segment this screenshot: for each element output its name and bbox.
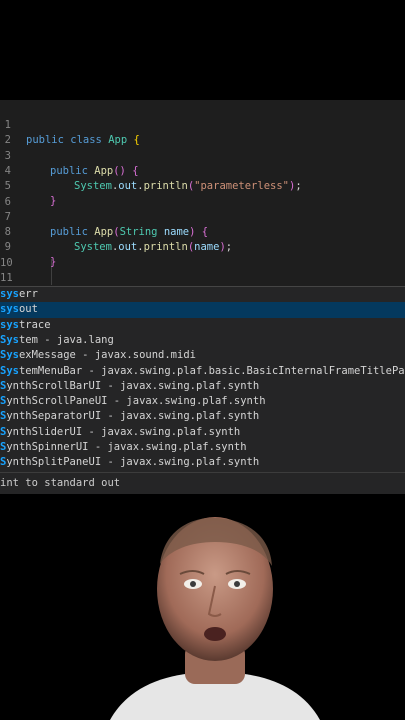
lightbulb-icon[interactable]: [26, 273, 72, 297]
code-line-5[interactable]: 5 }: [0, 164, 405, 207]
suggestion-item[interactable]: SynthSeparatorUI - javax.swing.plaf.synt…: [0, 409, 405, 424]
suggestion-item[interactable]: SysexMessage - javax.sound.midi: [0, 348, 405, 363]
code-line-4[interactable]: 4 System.out.println("parameterless");: [0, 149, 405, 192]
code-line-9[interactable]: 9 }: [0, 225, 405, 268]
suggestion-item[interactable]: SynthScrollPaneUI - javax.swing.plaf.syn…: [0, 394, 405, 409]
code-line-10[interactable]: 10: [0, 241, 405, 269]
code-line-7[interactable]: 7 public App(String name) {: [0, 195, 405, 238]
suggestion-details: int to standard out: [0, 472, 405, 495]
code-line-6[interactable]: 6: [0, 180, 405, 208]
suggestion-list[interactable]: syserr sysout systrace System - java.lan…: [0, 286, 405, 473]
suggestion-item-selected[interactable]: sysout: [0, 302, 405, 318]
code-line-8[interactable]: 8 System.out.println(name);: [0, 210, 405, 253]
suggestion-item[interactable]: SynthSliderUI - javax.swing.plaf.synth: [0, 425, 405, 440]
suggestion-item[interactable]: syserr: [0, 287, 405, 302]
code-line-2[interactable]: 2: [0, 118, 405, 146]
suggestion-details-text: int to standard out: [0, 477, 121, 489]
webcam-overlay: [0, 494, 405, 720]
suggestion-item[interactable]: systrace: [0, 318, 405, 333]
code-line-11[interactable]: 11 {: [0, 256, 405, 301]
code-line-3[interactable]: 3 public App() {: [0, 134, 405, 177]
suggestion-item[interactable]: SynthSpinnerUI - javax.swing.plaf.synth: [0, 440, 405, 455]
suggestion-item[interactable]: System - java.lang: [0, 333, 405, 348]
code-line-12[interactable]: 12 sys: [0, 271, 405, 329]
suggestion-item[interactable]: SynthScrollBarUI - javax.swing.plaf.synt…: [0, 379, 405, 394]
presenter-image: [110, 517, 320, 720]
code-editor[interactable]: 1 public class App { 2 3 public App() { …: [0, 100, 405, 329]
code-line-1[interactable]: 1 public class App {: [0, 103, 405, 146]
suggestion-item[interactable]: SynthSplitPaneUI - javax.swing.plaf.synt…: [0, 455, 405, 470]
suggestion-item[interactable]: SystemMenuBar - javax.swing.plaf.basic.B…: [0, 364, 405, 379]
